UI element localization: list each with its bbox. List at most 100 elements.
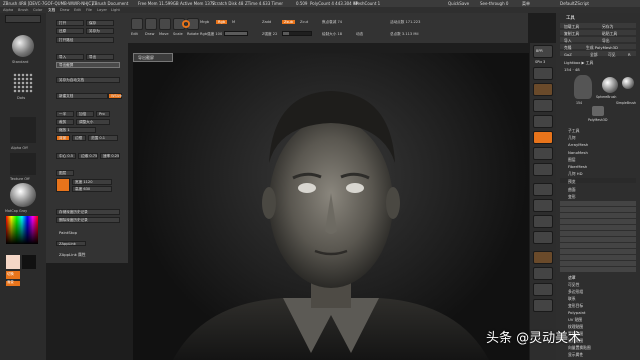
range-slider[interactable]: 范围 0.1 <box>88 135 118 141</box>
deformation-slider[interactable] <box>560 267 636 272</box>
edit-button[interactable] <box>131 18 143 30</box>
draw-button[interactable] <box>145 18 157 30</box>
mrgb-toggle[interactable]: Mrgb <box>200 20 209 24</box>
surface-section[interactable]: 曲面 <box>568 187 576 193</box>
save-to-auto-button[interactable]: 另存为自动文档 <box>56 77 120 83</box>
aahalf-button[interactable] <box>533 115 553 128</box>
revert-button[interactable]: 还原 <box>56 28 84 34</box>
menu-item[interactable]: Light <box>111 8 120 12</box>
stroke-dots-icon[interactable] <box>13 73 33 93</box>
zoom-button[interactable] <box>533 83 553 96</box>
see-through[interactable]: See-through 0 <box>480 1 508 6</box>
width-slider[interactable]: 宽度 1120 <box>72 179 112 185</box>
border-button[interactable]: 边框 <box>72 135 86 141</box>
deformation-slider[interactable] <box>560 255 636 260</box>
open-path-button[interactable]: 打开路径 <box>56 37 114 43</box>
zapplink-props[interactable]: ZAppLink 属性 <box>59 252 86 258</box>
edge-slider[interactable]: 边缘 0.75 <box>78 153 98 159</box>
export-screen-button[interactable]: 导出截屏 <box>56 62 120 68</box>
default-zscript[interactable]: DefaultZScript <box>560 1 589 6</box>
color-picker[interactable] <box>6 216 38 244</box>
dynamic-toggle[interactable]: 动态 <box>356 32 363 37</box>
zoom-slider[interactable]: 缩放 1 <box>56 127 96 133</box>
scale-view-button[interactable] <box>533 215 553 228</box>
wsize-button[interactable]: WSize <box>108 93 122 99</box>
all-label[interactable]: 全部 <box>590 52 598 58</box>
back-button[interactable]: 背景 <box>56 135 70 141</box>
deformation-slider[interactable] <box>560 243 636 248</box>
simple-thumbnail-icon[interactable] <box>622 77 634 89</box>
visibility-section[interactable]: 可见性 <box>568 282 579 288</box>
store-depth-button[interactable]: 存储深度历史记录 <box>56 209 120 215</box>
nanomesh-section[interactable]: NanoMesh <box>568 150 588 155</box>
texture-slot[interactable] <box>10 153 36 175</box>
zsub-toggle[interactable]: Zsub <box>282 20 295 24</box>
resize-button[interactable]: 调整大小 <box>76 119 110 125</box>
deformation-slider[interactable] <box>560 225 636 230</box>
pro-button[interactable]: Pro <box>96 111 110 117</box>
deformation-slider[interactable] <box>560 201 636 206</box>
texture-map-section[interactable]: 纹理贴图 <box>568 324 583 330</box>
paint-stop-label[interactable]: PaintStop <box>59 230 77 235</box>
deformation-slider[interactable] <box>560 207 636 212</box>
crop-button[interactable]: 裁剪 <box>56 119 74 125</box>
fibermesh-section[interactable]: FiberMesh <box>568 164 587 169</box>
layer-button[interactable]: 图层 <box>56 170 74 176</box>
center-slider[interactable]: 中心 0.5 <box>56 153 76 159</box>
menu-item[interactable]: File <box>86 8 92 12</box>
xpose-button[interactable] <box>533 299 553 312</box>
lightbox-label[interactable]: Lightbox ▶ 工具 <box>564 60 593 66</box>
transp-button[interactable] <box>533 267 553 280</box>
move-button[interactable] <box>159 18 171 30</box>
zadd-toggle[interactable]: Zadd <box>262 20 271 24</box>
r-label[interactable]: R <box>628 52 631 57</box>
deformation-slider[interactable] <box>560 219 636 224</box>
secondary-color-swatch[interactable] <box>22 255 36 269</box>
rgb-intensity-slider[interactable] <box>224 31 248 36</box>
deformation-slider[interactable] <box>560 231 636 236</box>
zapplink-button[interactable]: ZAppLink <box>56 241 86 246</box>
menu-item[interactable]: Edit <box>74 8 81 12</box>
menu-item[interactable]: Alpha <box>3 8 13 12</box>
menu-item[interactable]: Color <box>33 8 42 12</box>
deformation-slider[interactable] <box>560 213 636 218</box>
polypaint-section[interactable]: Polypaint <box>568 310 585 315</box>
m-toggle[interactable]: M <box>232 20 235 24</box>
geometry-hd-section[interactable]: 几何 HD <box>568 171 583 177</box>
sphere-thumbnail-icon[interactable] <box>602 77 618 93</box>
export-button[interactable]: 导出 <box>86 54 114 60</box>
material-sphere-icon[interactable] <box>10 183 36 207</box>
rate-slider[interactable]: 速率 0.25 <box>100 153 120 159</box>
polygroups-section[interactable]: 多边形组 <box>568 289 583 295</box>
deformation-slider[interactable] <box>560 249 636 254</box>
import-button[interactable]: 导入 <box>56 54 84 60</box>
viewport-canvas[interactable]: 导出截屏 <box>133 53 529 360</box>
move-view-button[interactable] <box>533 199 553 212</box>
z-intensity-slider[interactable] <box>282 31 312 36</box>
deformation-section[interactable]: 变形 <box>568 194 576 200</box>
menu-item[interactable]: Brush <box>18 8 28 12</box>
menu-item[interactable]: Layer <box>97 8 107 12</box>
alpha-slot[interactable] <box>10 117 36 143</box>
height-slider[interactable]: 高度 630 <box>72 186 112 192</box>
polyf-button[interactable] <box>533 251 553 264</box>
layer-toggle[interactable] <box>56 178 70 192</box>
contact-section[interactable]: 联系 <box>568 296 576 302</box>
open-button[interactable]: 打开 <box>56 20 84 26</box>
save-button[interactable]: 保存 <box>86 20 114 26</box>
arraymesh-section[interactable]: ArrayMesh <box>568 142 588 147</box>
menu-item[interactable]: Draw <box>60 8 69 12</box>
actual-button[interactable] <box>533 99 553 112</box>
rotate-view-button[interactable] <box>533 231 553 244</box>
scroll-button[interactable] <box>533 67 553 80</box>
deformation-slider[interactable] <box>560 261 636 266</box>
polymesh-thumbnail-icon[interactable] <box>592 106 604 116</box>
subtool-section[interactable]: 子工具 <box>568 128 579 134</box>
layers-section[interactable]: 图层 <box>568 157 576 163</box>
tray-header[interactable] <box>5 15 41 23</box>
delete-depth-button[interactable]: 删除深度历史记录 <box>56 217 120 223</box>
local-button[interactable] <box>533 163 553 176</box>
half-button[interactable]: 一半 <box>56 111 74 117</box>
zcut-toggle[interactable]: Zcut <box>300 20 308 24</box>
display-props-section[interactable]: 显示属性 <box>568 352 583 358</box>
